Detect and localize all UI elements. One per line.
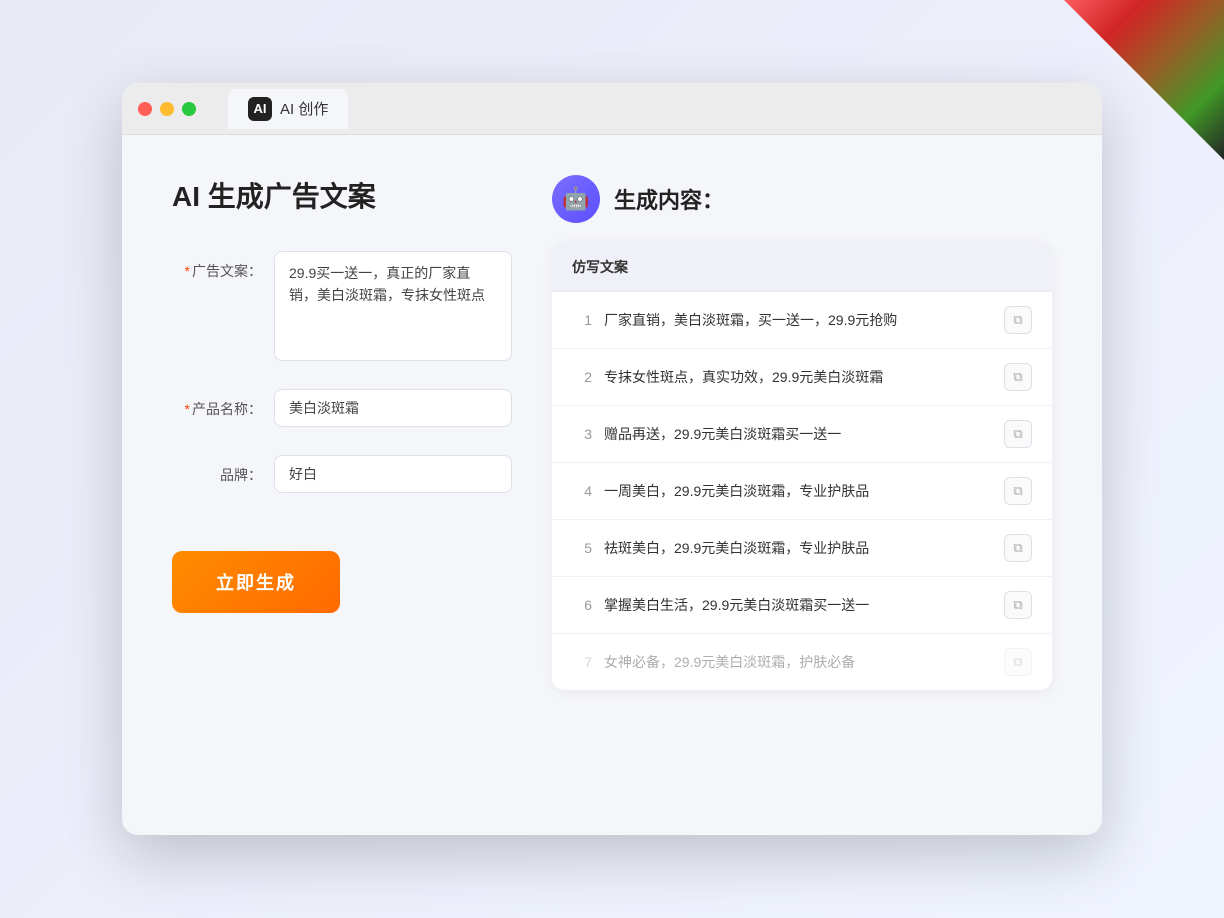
row-num: 2 <box>572 369 592 385</box>
copy-button[interactable]: ⧉ <box>1004 648 1032 676</box>
active-tab[interactable]: AI AI 创作 <box>228 89 348 129</box>
table-header: 仿写文案 <box>552 243 1052 292</box>
right-panel: 生成内容： 仿写文案 1 厂家直销，美白淡斑霜，买一送一，29.9元抢购 ⧉ 2… <box>552 175 1052 785</box>
row-num: 7 <box>572 654 592 670</box>
ad-copy-input[interactable]: 29.9买一送一，真正的厂家直销，美白淡斑霜，专抹女性斑点 <box>274 251 512 361</box>
browser-window: AI AI 创作 AI 生成广告文案 *广告文案： 29.9买一送一，真正的厂家… <box>122 83 1102 835</box>
copy-button[interactable]: ⧉ <box>1004 306 1032 334</box>
right-header: 生成内容： <box>552 175 1052 223</box>
ad-copy-label: *广告文案： <box>172 251 262 281</box>
window-controls <box>138 102 196 116</box>
results-table: 仿写文案 1 厂家直销，美白淡斑霜，买一送一，29.9元抢购 ⧉ 2 专抹女性斑… <box>552 243 1052 690</box>
row-text: 女神必备，29.9元美白淡斑霜，护肤必备 <box>604 652 992 673</box>
table-row: 7 女神必备，29.9元美白淡斑霜，护肤必备 ⧉ <box>552 634 1052 690</box>
table-row: 1 厂家直销，美白淡斑霜，买一送一，29.9元抢购 ⧉ <box>552 292 1052 349</box>
copy-button[interactable]: ⧉ <box>1004 591 1032 619</box>
row-num: 5 <box>572 540 592 556</box>
copy-button[interactable]: ⧉ <box>1004 363 1032 391</box>
tab-label: AI 创作 <box>280 98 328 119</box>
row-text: 专抹女性斑点，真实功效，29.9元美白淡斑霜 <box>604 367 992 388</box>
row-num: 4 <box>572 483 592 499</box>
table-row: 3 赠品再送，29.9元美白淡斑霜买一送一 ⧉ <box>552 406 1052 463</box>
row-text: 一周美白，29.9元美白淡斑霜，专业护肤品 <box>604 481 992 502</box>
maximize-button[interactable] <box>182 102 196 116</box>
minimize-button[interactable] <box>160 102 174 116</box>
row-num: 1 <box>572 312 592 328</box>
product-name-row: *产品名称： <box>172 389 512 427</box>
product-name-label: *产品名称： <box>172 389 262 419</box>
row-text: 赠品再送，29.9元美白淡斑霜买一送一 <box>604 424 992 445</box>
required-star-2: * <box>185 401 190 417</box>
generate-button[interactable]: 立即生成 <box>172 551 340 613</box>
title-bar: AI AI 创作 <box>122 83 1102 135</box>
tab-icon: AI <box>248 97 272 121</box>
brand-input[interactable] <box>274 455 512 493</box>
copy-button[interactable]: ⧉ <box>1004 534 1032 562</box>
table-row: 2 专抹女性斑点，真实功效，29.9元美白淡斑霜 ⧉ <box>552 349 1052 406</box>
left-panel: AI 生成广告文案 *广告文案： 29.9买一送一，真正的厂家直销，美白淡斑霜，… <box>172 175 512 785</box>
brand-label: 品牌： <box>172 455 262 485</box>
row-text: 掌握美白生活，29.9元美白淡斑霜买一送一 <box>604 595 992 616</box>
page-title: AI 生成广告文案 <box>172 175 512 215</box>
bot-icon <box>552 175 600 223</box>
table-row: 6 掌握美白生活，29.9元美白淡斑霜买一送一 ⧉ <box>552 577 1052 634</box>
table-row: 5 祛斑美白，29.9元美白淡斑霜，专业护肤品 ⧉ <box>552 520 1052 577</box>
row-text: 厂家直销，美白淡斑霜，买一送一，29.9元抢购 <box>604 310 992 331</box>
copy-button[interactable]: ⧉ <box>1004 477 1032 505</box>
product-name-input[interactable] <box>274 389 512 427</box>
row-num: 3 <box>572 426 592 442</box>
table-row: 4 一周美白，29.9元美白淡斑霜，专业护肤品 ⧉ <box>552 463 1052 520</box>
brand-row: 品牌： <box>172 455 512 493</box>
copy-button[interactable]: ⧉ <box>1004 420 1032 448</box>
right-title: 生成内容： <box>614 183 724 215</box>
row-num: 6 <box>572 597 592 613</box>
close-button[interactable] <box>138 102 152 116</box>
ad-copy-row: *广告文案： 29.9买一送一，真正的厂家直销，美白淡斑霜，专抹女性斑点 <box>172 251 512 361</box>
required-star: * <box>185 263 190 279</box>
main-content: AI 生成广告文案 *广告文案： 29.9买一送一，真正的厂家直销，美白淡斑霜，… <box>122 135 1102 835</box>
row-text: 祛斑美白，29.9元美白淡斑霜，专业护肤品 <box>604 538 992 559</box>
